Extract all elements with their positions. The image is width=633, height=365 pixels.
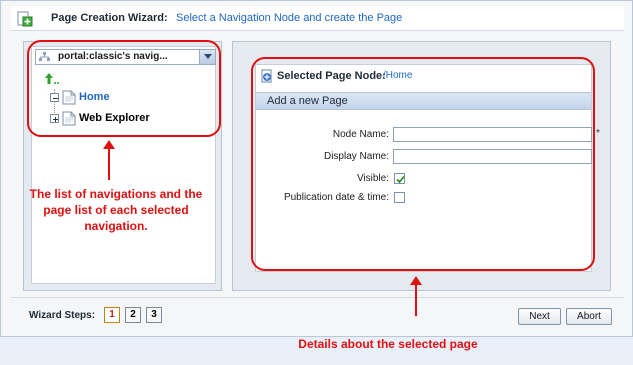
required-marker: *	[596, 128, 600, 139]
chevron-down-icon	[204, 54, 212, 59]
page-creation-wizard: Page Creation Wizard: Select a Navigatio…	[0, 0, 633, 337]
navigation-icon	[39, 52, 50, 61]
navigation-panel: portal:classic's navig... Home Web Explo…	[23, 41, 222, 291]
tree-node-label: Home	[79, 91, 110, 103]
publication-label: Publication date & time:	[283, 192, 389, 203]
selected-page-node-label: Selected Page Node:	[277, 70, 386, 82]
step-1[interactable]: 1	[104, 307, 120, 323]
add-new-page-bar: Add a new Page	[256, 92, 591, 110]
visible-label: Visible:	[356, 173, 389, 184]
expand-icon[interactable]	[50, 114, 59, 123]
wizard-description: Select a Navigation Node and create the …	[176, 12, 403, 24]
wizard-title: Page Creation Wizard:	[51, 12, 168, 24]
page-icon	[62, 90, 76, 105]
wizard-steps-label: Wizard Steps:	[29, 310, 96, 321]
page-node-icon	[261, 69, 272, 83]
navigation-annotation: The list of navigations and the page lis…	[29, 187, 203, 233]
page-icon	[62, 111, 76, 126]
visible-checkbox[interactable]	[394, 173, 405, 184]
display-name-input[interactable]	[393, 149, 592, 164]
selected-page-node-value: /Home	[383, 70, 413, 81]
next-button[interactable]: Next	[518, 308, 561, 325]
wizard-titlebar: Page Creation Wizard: Select a Navigatio…	[11, 7, 624, 31]
checkmark-icon	[396, 175, 405, 184]
navigation-tree-container: portal:classic's navig... Home Web Explo…	[31, 46, 216, 284]
page-details-panel: Selected Page Node: /Home Add a new Page…	[232, 41, 611, 291]
display-name-label: Display Name:	[323, 151, 389, 162]
node-name-input[interactable]	[393, 127, 592, 142]
dropdown-button[interactable]	[199, 50, 215, 64]
up-arrow-icon	[410, 276, 422, 316]
collapse-icon[interactable]	[50, 93, 59, 102]
step-2[interactable]: 2	[125, 307, 141, 323]
add-page-icon	[17, 11, 33, 27]
abort-button[interactable]: Abort	[566, 308, 612, 325]
node-name-label: Node Name:	[332, 129, 389, 140]
navigation-select-value: portal:classic's navig...	[58, 51, 168, 62]
wizard-steps-bar: Wizard Steps: 1 2 3 Next Abort	[11, 297, 624, 327]
page-details-container: Selected Page Node: /Home Add a new Page…	[255, 64, 600, 272]
add-new-page-title: Add a new Page	[267, 95, 348, 107]
step-3[interactable]: 3	[146, 307, 162, 323]
tree-node-label: Web Explorer	[79, 112, 150, 124]
publication-checkbox[interactable]	[394, 192, 405, 203]
navigation-select[interactable]: portal:classic's navig...	[35, 49, 216, 65]
up-arrow-icon	[103, 140, 115, 180]
page-details-annotation: Details about the selected page	[298, 337, 478, 351]
selected-page-node-header: Selected Page Node: /Home	[256, 65, 591, 87]
up-level-icon[interactable]	[44, 72, 62, 86]
